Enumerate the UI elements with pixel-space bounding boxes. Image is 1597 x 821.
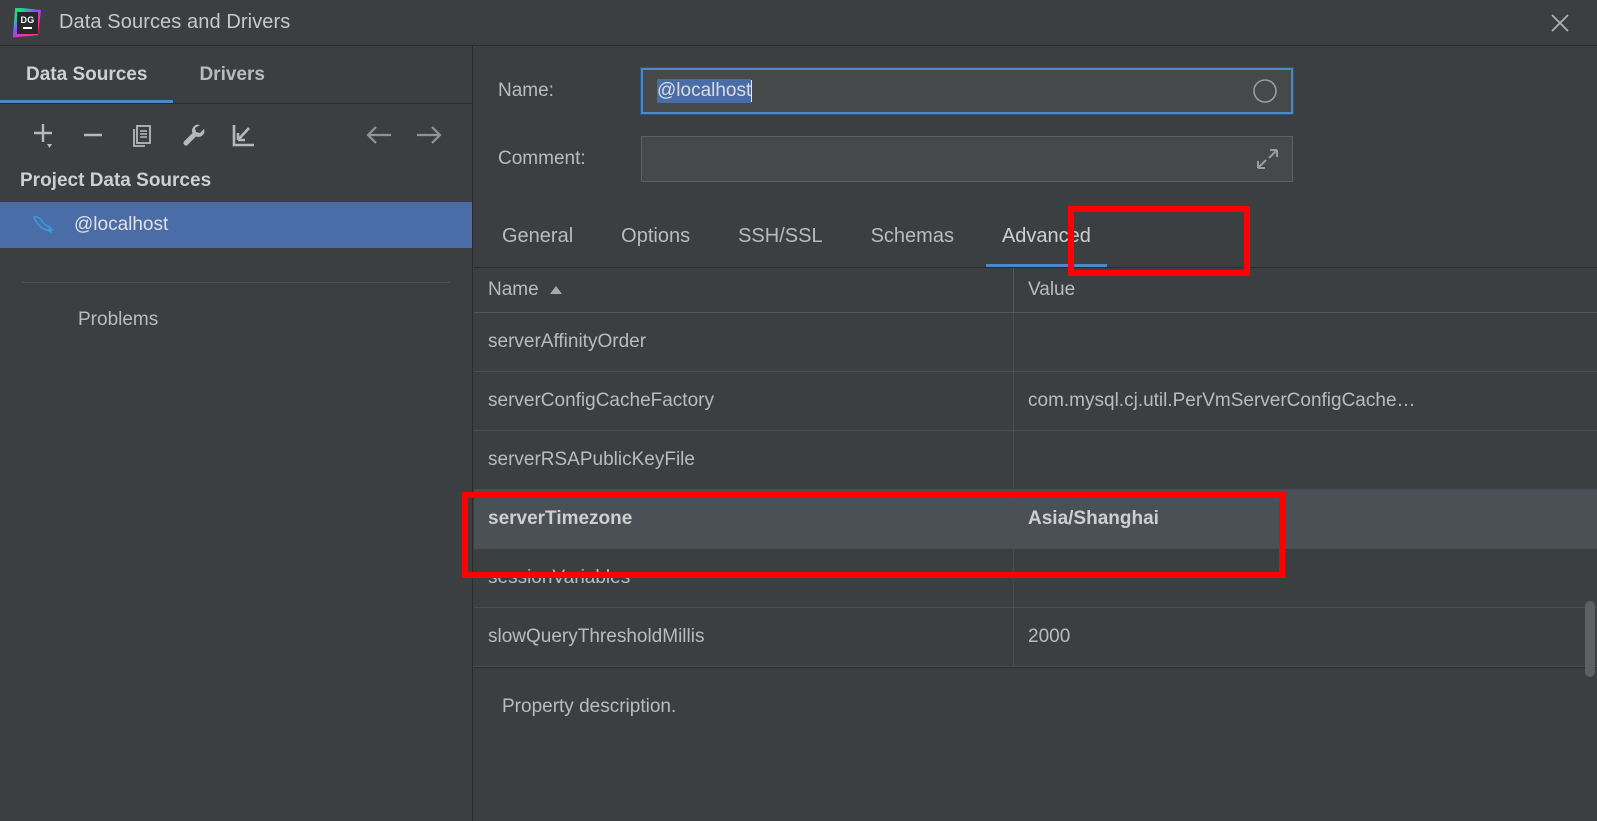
project-data-sources-label: Project Data Sources: [20, 170, 212, 191]
comment-field-row: Comment:: [474, 136, 1597, 182]
data-source-label: @localhost: [74, 214, 169, 235]
table-row[interactable]: slowQueryThresholdMillis 2000: [474, 608, 1597, 667]
data-sources-toolbar: [0, 104, 472, 166]
table-row[interactable]: serverAffinityOrder: [474, 313, 1597, 372]
title-bar: DG Data Sources and Drivers: [0, 0, 1597, 46]
name-label: Name:: [498, 80, 554, 101]
property-name: slowQueryThresholdMillis: [474, 608, 1014, 666]
left-panel: Data Sources Drivers Project Data Source…: [0, 46, 473, 821]
column-header-value[interactable]: Value: [1014, 268, 1597, 312]
comment-input[interactable]: [641, 136, 1293, 182]
property-value[interactable]: [1014, 313, 1597, 371]
table-row-server-timezone[interactable]: serverTimezone Asia/Shanghai: [474, 490, 1597, 549]
column-header-name[interactable]: Name: [474, 268, 1014, 312]
tab-drivers-label: Drivers: [199, 63, 265, 85]
property-name: serverConfigCacheFactory: [474, 372, 1014, 430]
column-header-value-label: Value: [1028, 279, 1076, 300]
text-caret: [751, 80, 753, 102]
left-tab-bar: Data Sources Drivers: [0, 46, 472, 104]
right-panel: Name: @localhost Comment: General Option…: [474, 46, 1597, 821]
tab-options[interactable]: Options: [597, 206, 714, 267]
tab-ssh-ssl[interactable]: SSH/SSL: [714, 206, 846, 267]
circle-icon[interactable]: [1251, 77, 1279, 105]
data-sources-and-drivers-dialog: DG Data Sources and Drivers Data Sources…: [0, 0, 1597, 821]
tab-ssh-ssl-label: SSH/SSL: [738, 225, 823, 247]
navigation-buttons: [354, 113, 454, 157]
tab-drivers[interactable]: Drivers: [173, 46, 291, 103]
copy-icon[interactable]: [118, 113, 168, 157]
tab-schemas-label: Schemas: [870, 225, 954, 247]
property-value[interactable]: com.mysql.cj.util.PerVmServerConfigCache…: [1014, 372, 1597, 430]
tab-data-sources[interactable]: Data Sources: [0, 46, 174, 103]
property-description-text: Property description.: [502, 696, 677, 717]
tab-general[interactable]: General: [478, 206, 597, 267]
table-row[interactable]: sessionVariables: [474, 549, 1597, 608]
property-name: serverRSAPublicKeyFile: [474, 431, 1014, 489]
property-value[interactable]: [1014, 431, 1597, 489]
datagrip-logo-icon: DG: [11, 7, 41, 38]
column-header-name-label: Name: [488, 279, 539, 300]
property-name: sessionVariables: [474, 549, 1014, 607]
import-icon[interactable]: [218, 113, 268, 157]
tab-options-label: Options: [621, 225, 691, 247]
properties-table: Name Value serverAffinityOrder serverCon…: [474, 268, 1597, 667]
name-field-row: Name: @localhost: [474, 67, 1597, 115]
problems-item[interactable]: Problems: [0, 283, 472, 331]
wrench-icon[interactable]: [168, 113, 218, 157]
forward-arrow-icon[interactable]: [404, 113, 454, 157]
remove-icon[interactable]: [68, 113, 118, 157]
back-arrow-icon[interactable]: [354, 113, 404, 157]
expand-icon[interactable]: [1254, 146, 1280, 172]
tab-advanced[interactable]: Advanced: [978, 206, 1115, 267]
sort-asc-icon: [549, 279, 563, 301]
tab-general-label: General: [502, 225, 574, 247]
tab-schemas[interactable]: Schemas: [847, 206, 978, 267]
tab-data-sources-label: Data Sources: [26, 63, 148, 85]
add-icon[interactable]: [18, 113, 68, 157]
table-row[interactable]: serverRSAPublicKeyFile: [474, 431, 1597, 490]
name-input[interactable]: @localhost: [640, 67, 1294, 115]
table-row[interactable]: serverConfigCacheFactory com.mysql.cj.ut…: [474, 372, 1597, 431]
table-header-row: Name Value: [474, 268, 1597, 313]
table-scrollbar-thumb[interactable]: [1585, 601, 1595, 677]
property-value[interactable]: [1014, 549, 1597, 607]
window-title: Data Sources and Drivers: [59, 11, 291, 33]
problems-label: Problems: [78, 309, 159, 330]
data-source-item-localhost[interactable]: @localhost: [0, 202, 472, 248]
property-name: serverTimezone: [474, 490, 1014, 548]
tab-advanced-label: Advanced: [1001, 225, 1091, 247]
mysql-dolphin-icon: [30, 211, 56, 240]
property-value[interactable]: 2000: [1014, 608, 1597, 666]
close-icon[interactable]: [1545, 8, 1575, 38]
property-description-panel: Property description.: [474, 667, 1597, 797]
name-input-value: @localhost: [657, 79, 752, 103]
property-value[interactable]: Asia/Shanghai: [1014, 490, 1597, 548]
comment-label: Comment:: [498, 148, 586, 169]
logo-text: DG: [20, 15, 35, 25]
settings-tab-bar: General Options SSH/SSL Schemas Advanced: [474, 206, 1597, 268]
property-name: serverAffinityOrder: [474, 313, 1014, 371]
